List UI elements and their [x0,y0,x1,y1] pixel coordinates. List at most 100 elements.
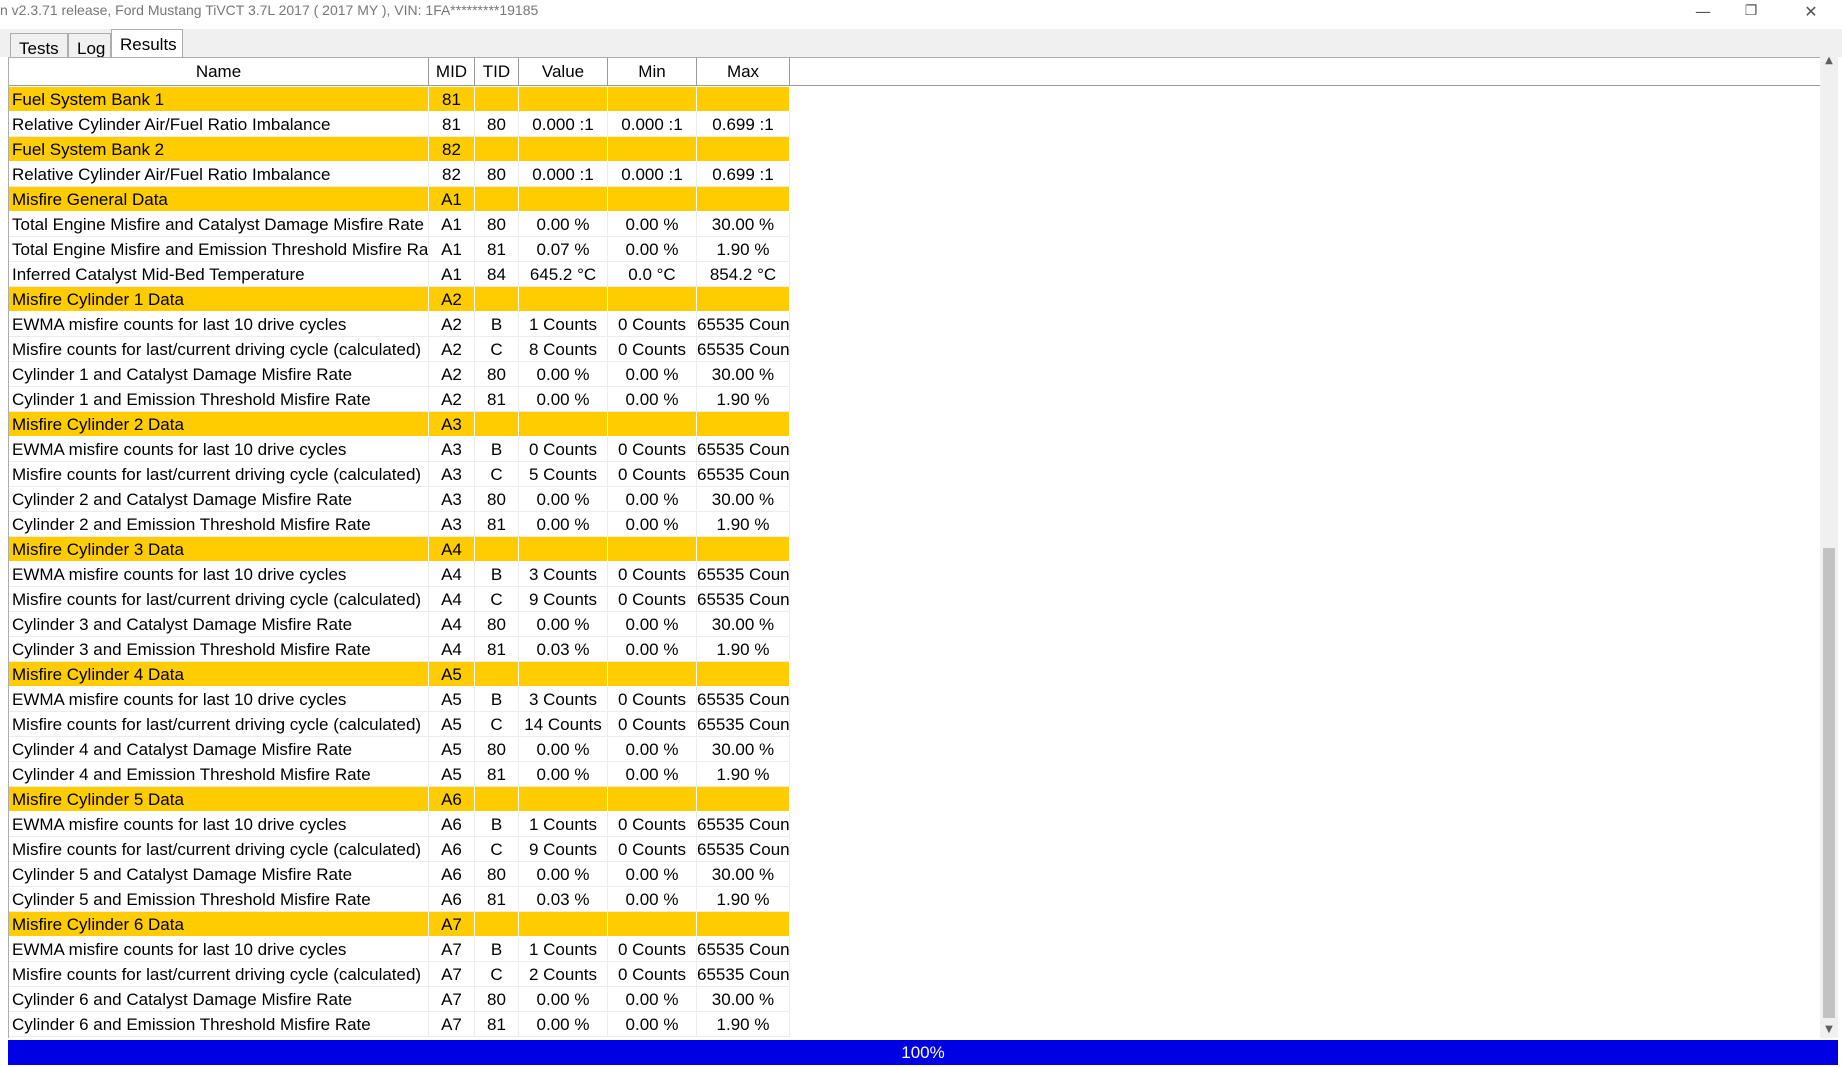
cell-max: 1.90 % [697,762,790,787]
column-header-min[interactable]: Min [608,58,697,85]
table-row[interactable]: Cylinder 5 and Emission Threshold Misfir… [9,887,790,912]
column-header-tid[interactable]: TID [475,58,519,85]
table-row[interactable]: Relative Cylinder Air/Fuel Ratio Imbalan… [9,162,790,187]
group-row[interactable]: Fuel System Bank 1 81 [9,87,790,112]
restore-icon[interactable]: ❐ [1728,0,1774,22]
column-header-value[interactable]: Value [519,58,608,85]
table-row[interactable]: Misfire counts for last/current driving … [9,962,790,987]
table-row[interactable]: Misfire counts for last/current driving … [9,712,790,737]
cell-tid: C [475,337,519,362]
cell-name: Misfire Cylinder 2 Data [9,412,429,437]
table-row[interactable]: Misfire counts for last/current driving … [9,587,790,612]
cell-max: 65535 Counts [697,312,790,337]
cell-name: Cylinder 6 and Catalyst Damage Misfire R… [9,987,429,1012]
column-header-max[interactable]: Max [697,58,790,85]
group-row[interactable]: Misfire Cylinder 4 Data A5 [9,662,790,687]
table-row[interactable]: Cylinder 3 and Emission Threshold Misfir… [9,637,790,662]
cell-min: 0.0 °C [608,262,697,287]
cell-tid [475,137,519,162]
cell-name: Total Engine Misfire and Emission Thresh… [9,237,429,262]
cell-tid [475,787,519,812]
cell-value [519,912,608,937]
table-row[interactable]: Total Engine Misfire and Emission Thresh… [9,237,790,262]
minimize-icon[interactable]: — [1680,0,1726,22]
tab-results[interactable]: Results [111,29,183,58]
cell-mid: A3 [429,412,475,437]
column-header-name[interactable]: Name [9,58,429,85]
cell-mid: A2 [429,287,475,312]
cell-min: 0 Counts [608,337,697,362]
grid-rows: Fuel System Bank 1 81 Relative Cylinder Ai… [9,87,790,1037]
cell-mid: 81 [429,112,475,137]
vertical-scrollbar[interactable]: ▲ ▼ [1820,52,1838,1038]
table-row[interactable]: EWMA misfire counts for last 10 drive cy… [9,437,790,462]
cell-max: 65535 Counts [697,962,790,987]
cell-tid: 80 [475,862,519,887]
cell-tid: C [475,837,519,862]
cell-value [519,412,608,437]
group-row[interactable]: Fuel System Bank 2 82 [9,137,790,162]
table-row[interactable]: Cylinder 3 and Catalyst Damage Misfire R… [9,612,790,637]
scroll-up-arrow-icon[interactable]: ▲ [1820,52,1838,69]
cell-value: 9 Counts [519,837,608,862]
table-row[interactable]: Cylinder 4 and Emission Threshold Misfir… [9,762,790,787]
cell-value: 0.03 % [519,887,608,912]
table-row[interactable]: Inferred Catalyst Mid-Bed Temperature A1 8… [9,262,790,287]
table-row[interactable]: EWMA misfire counts for last 10 drive cy… [9,812,790,837]
column-header-mid[interactable]: MID [429,58,475,85]
cell-value: 0.00 % [519,1012,608,1037]
table-row[interactable]: Cylinder 1 and Catalyst Damage Misfire R… [9,362,790,387]
group-row[interactable]: Misfire Cylinder 6 Data A7 [9,912,790,937]
cell-mid: A6 [429,787,475,812]
cell-name: Cylinder 2 and Catalyst Damage Misfire R… [9,487,429,512]
table-row[interactable]: Cylinder 2 and Emission Threshold Misfir… [9,512,790,537]
table-row[interactable]: Cylinder 6 and Catalyst Damage Misfire R… [9,987,790,1012]
cell-max: 30.00 % [697,212,790,237]
cell-tid: C [475,962,519,987]
group-row[interactable]: Misfire Cylinder 5 Data A6 [9,787,790,812]
cell-min: 0 Counts [608,437,697,462]
cell-name: Misfire counts for last/current driving … [9,587,429,612]
group-row[interactable]: Misfire General Data A1 [9,187,790,212]
cell-min [608,787,697,812]
group-row[interactable]: Misfire Cylinder 1 Data A2 [9,287,790,312]
tab-tests-label: Tests [19,39,59,58]
scroll-down-arrow-icon[interactable]: ▼ [1820,1021,1838,1038]
close-icon[interactable]: ✕ [1788,0,1834,22]
table-row[interactable]: Relative Cylinder Air/Fuel Ratio Imbalan… [9,112,790,137]
table-row[interactable]: Misfire counts for last/current driving … [9,462,790,487]
cell-value: 0.03 % [519,637,608,662]
cell-name: Misfire counts for last/current driving … [9,462,429,487]
group-row[interactable]: Misfire Cylinder 2 Data A3 [9,412,790,437]
results-grid[interactable]: Name MID TID Value Min Max Fuel System B… [8,58,1821,1038]
table-row[interactable]: Cylinder 5 and Catalyst Damage Misfire R… [9,862,790,887]
table-row[interactable]: Cylinder 2 and Catalyst Damage Misfire R… [9,487,790,512]
cell-max: 65535 Counts [697,587,790,612]
group-row[interactable]: Misfire Cylinder 3 Data A4 [9,537,790,562]
tab-tests[interactable]: Tests [10,33,68,58]
table-row[interactable]: Total Engine Misfire and Catalyst Damage… [9,212,790,237]
table-row[interactable]: EWMA misfire counts for last 10 drive cy… [9,562,790,587]
cell-name: Fuel System Bank 2 [9,137,429,162]
cell-max [697,87,790,112]
scrollbar-thumb[interactable] [1823,548,1835,1018]
tab-log[interactable]: Log [68,33,111,58]
table-row[interactable]: Misfire counts for last/current driving … [9,337,790,362]
table-row[interactable]: EWMA misfire counts for last 10 drive cy… [9,687,790,712]
table-row[interactable]: Cylinder 4 and Catalyst Damage Misfire R… [9,737,790,762]
cell-name: Cylinder 1 and Emission Threshold Misfir… [9,387,429,412]
cell-min: 0 Counts [608,687,697,712]
table-row[interactable]: Cylinder 1 and Emission Threshold Misfir… [9,387,790,412]
table-row[interactable]: EWMA misfire counts for last 10 drive cy… [9,312,790,337]
cell-mid: A7 [429,962,475,987]
cell-max: 30.00 % [697,987,790,1012]
cell-mid: A6 [429,812,475,837]
cell-mid: A7 [429,987,475,1012]
cell-value [519,537,608,562]
cell-value: 5 Counts [519,462,608,487]
cell-value: 1 Counts [519,937,608,962]
cell-tid: 80 [475,112,519,137]
table-row[interactable]: Misfire counts for last/current driving … [9,837,790,862]
table-row[interactable]: EWMA misfire counts for last 10 drive cy… [9,937,790,962]
table-row[interactable]: Cylinder 6 and Emission Threshold Misfir… [9,1012,790,1037]
